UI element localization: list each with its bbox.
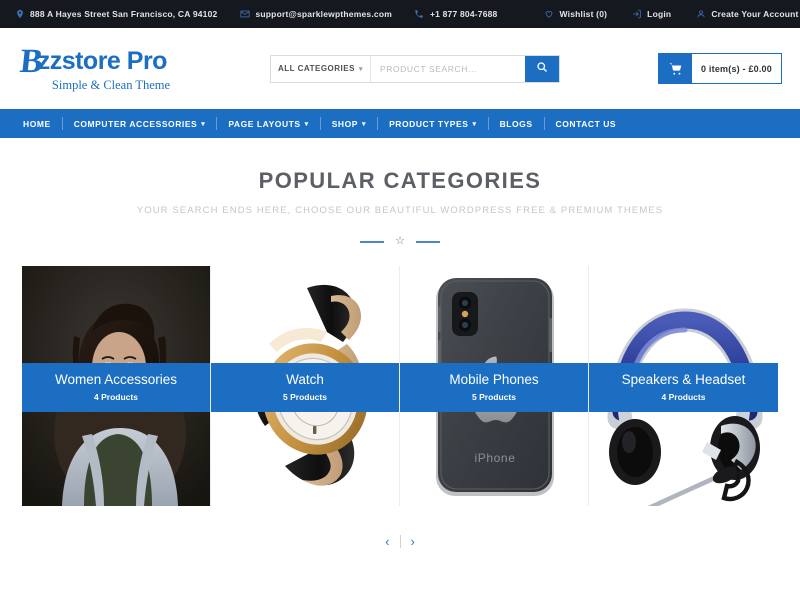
chevron-down-icon: ▾ [358,65,363,73]
carousel-prev-icon[interactable]: ‹ [385,535,389,548]
nav-item-computer-accessories[interactable]: COMPUTER ACCESSORIES ▾ [63,117,218,130]
nav-label: BLOGS [499,118,533,129]
top-bar-links: Wishlist (0) Login Create Your Account [520,9,799,20]
address-text: 888 A Hayes Street San Francisco, CA 941… [30,9,218,19]
main-navigation: HOME COMPUTER ACCESSORIES ▾ PAGE LAYOUTS… [0,109,800,138]
shopping-cart-icon [659,54,692,83]
category-label: Mobile Phones 5 Products [400,363,588,412]
login-icon [631,9,642,20]
wishlist-link[interactable]: Wishlist (0) [544,9,608,20]
category-card[interactable]: Watch 5 Products [211,266,400,506]
logo-tagline: Simple & Clean Theme [51,77,171,92]
chevron-down-icon: ▾ [304,120,309,128]
logo-text: zzstore Pro [37,47,168,75]
carousel-next-icon[interactable]: › [411,535,415,548]
divider-line-left [360,240,385,243]
address-item: 888 A Hayes Street San Francisco, CA 941… [14,9,217,20]
category-dropdown[interactable]: ALL CATEGORIES ▾ [271,55,371,82]
chevron-down-icon: ▾ [201,120,206,128]
email-text: support@sparklewpthemes.com [255,9,392,19]
category-name: Mobile Phones [449,372,539,387]
star-icon: ☆ [395,235,405,247]
logo-wordmark: B zzstore Pro [18,42,204,80]
nav-item-contact-us[interactable]: CONTACT US [545,117,628,130]
phone-icon [414,9,425,20]
location-pin-icon [14,9,25,20]
section-divider: ☆ [0,236,800,247]
top-bar: 888 A Hayes Street San Francisco, CA 941… [0,0,800,28]
carousel-separator [399,535,401,548]
nav-item-home[interactable]: HOME [23,117,63,130]
search-button[interactable] [525,55,559,82]
category-count: 4 Products [661,391,706,402]
chevron-down-icon: ▾ [361,120,367,128]
nav-item-shop[interactable]: SHOP ▾ [321,117,379,130]
create-account-link[interactable]: Create Your Account [695,9,798,20]
category-name: Speakers & Headset [621,372,746,387]
nav-label: SHOP [331,118,358,129]
nav-label: PRODUCT TYPES [389,118,469,129]
phone-item[interactable]: +1 877 804-7688 [414,9,498,20]
login-label: Login [647,9,672,19]
search-bar: ALL CATEGORIES ▾ [270,54,560,83]
popular-categories-section: POPULAR CATEGORIES YOUR SEARCH ENDS HERE… [0,138,800,548]
carousel-navigation: ‹ › [0,535,800,548]
nav-label: COMPUTER ACCESSORIES [73,118,198,129]
category-label: Women Accessories 4 Products [22,363,210,412]
cart-label: 0 item(s) - £0.00 [701,63,772,74]
nav-item-page-layouts[interactable]: PAGE LAYOUTS ▾ [217,117,321,130]
create-account-label: Create Your Account [711,9,799,19]
search-input[interactable] [370,55,525,82]
category-count: 5 Products [472,391,516,402]
nav-item-product-types[interactable]: PRODUCT TYPES ▾ [378,117,489,130]
category-label: Speakers & Headset 4 Products [589,363,778,412]
email-item[interactable]: support@sparklewpthemes.com [239,9,392,20]
category-card[interactable]: Women Accessories 4 Products [22,266,211,506]
phone-text: +1 877 804-7688 [429,9,498,19]
category-card-list: Women Accessories 4 Products Watch 5 Pro… [0,266,800,506]
logo-initial: B [18,42,43,80]
search-icon [536,61,548,76]
svg-text:iPhone: iPhone [475,451,516,465]
nav-label: HOME [23,118,51,129]
nav-item-blogs[interactable]: BLOGS [489,117,545,130]
category-dropdown-label: ALL CATEGORIES [278,64,355,73]
category-name: Women Accessories [54,372,178,387]
site-logo[interactable]: B zzstore Pro Simple & Clean Theme [14,42,204,93]
category-card[interactable]: iPhone Mobile Phones 5 Products [400,266,589,506]
envelope-icon [239,9,250,20]
wishlist-label: Wishlist (0) [559,9,608,19]
heart-icon [544,9,555,20]
category-name: Watch [286,372,324,387]
site-header: B zzstore Pro Simple & Clean Theme ALL C… [0,28,800,109]
nav-items: HOME COMPUTER ACCESSORIES ▾ PAGE LAYOUTS… [14,117,627,130]
section-title: POPULAR CATEGORIES [258,168,542,193]
login-link[interactable]: Login [631,9,671,20]
chevron-down-icon: ▾ [472,120,477,128]
cart-button[interactable]: 0 item(s) - £0.00 [658,53,782,84]
category-count: 4 Products [94,391,138,402]
user-icon [695,9,706,20]
nav-label: PAGE LAYOUTS [228,118,301,129]
category-count: 5 Products [283,391,327,402]
category-label: Watch 5 Products [211,363,399,412]
nav-label: CONTACT US [555,118,617,129]
section-subtitle: YOUR SEARCH ENDS HERE, CHOOSE OUR BEAUTI… [136,205,664,216]
divider-line-right [415,240,440,243]
category-card[interactable]: Speakers & Headset 4 Products [589,266,778,506]
